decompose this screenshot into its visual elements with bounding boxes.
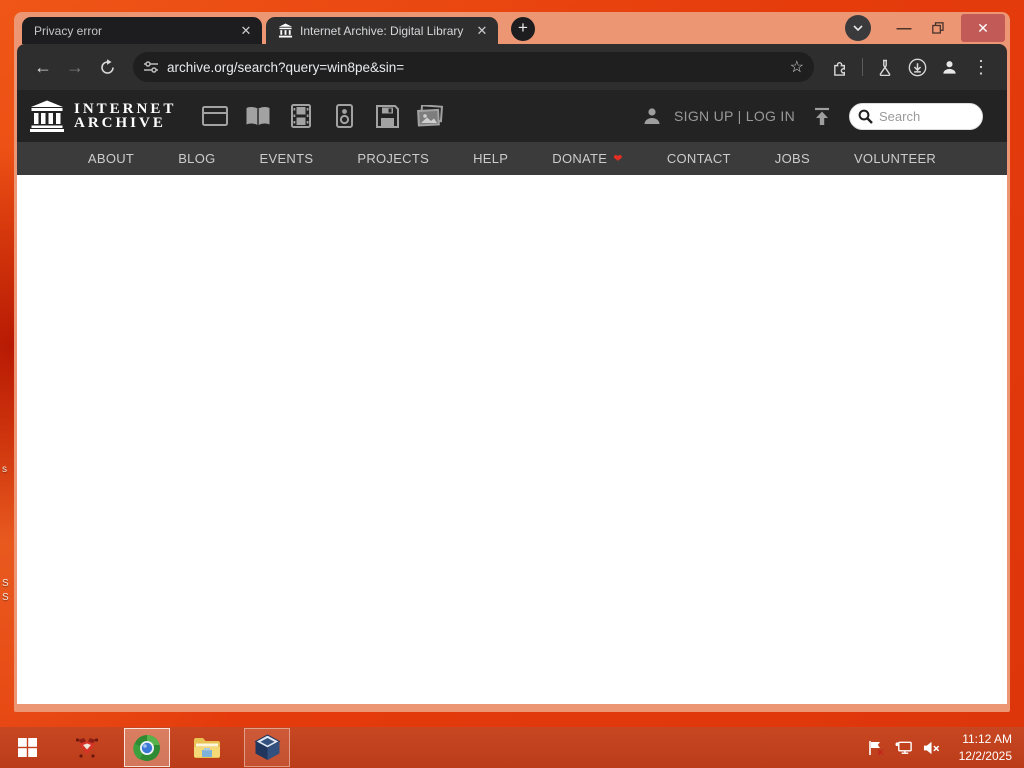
archive-nav: ABOUT BLOG EVENTS PROJECTS HELP DONATE ❤ … [17, 142, 1007, 175]
toolbar-divider [862, 58, 863, 76]
flask-icon [879, 59, 891, 76]
reload-button[interactable] [93, 53, 121, 81]
media-images-icon[interactable] [417, 104, 444, 128]
tab-title: Privacy error [34, 23, 103, 38]
clock-date: 12/2/2025 [958, 748, 1012, 763]
archive-logo[interactable]: INTERNET ARCHIVE [29, 100, 176, 132]
archive-header: INTERNET ARCHIVE SIGN UP | LOG IN Search [17, 90, 1007, 142]
media-software-icon[interactable] [374, 104, 400, 128]
puzzle-icon [833, 61, 845, 76]
labs-button[interactable] [871, 53, 899, 81]
nav-about[interactable]: ABOUT [88, 151, 134, 166]
browser-app-icon [133, 734, 160, 761]
archive-wordmark: INTERNET ARCHIVE [74, 100, 177, 131]
close-button[interactable]: ✕ [961, 14, 1005, 42]
action-center-alert-icon[interactable]: ✕ [867, 739, 885, 757]
taskbar: ✕ 11:12 AM 12/2/2025 [0, 727, 1024, 768]
blank-page-body [17, 175, 1007, 704]
back-button[interactable]: ← [29, 53, 57, 81]
clock-time: 11:12 AM [962, 732, 1012, 747]
window-controls: — ✕ [845, 12, 1005, 44]
nav-events[interactable]: EVENTS [260, 151, 314, 166]
taskbar-app-virtualbox[interactable] [244, 728, 290, 767]
tab-search-button[interactable] [845, 15, 871, 41]
archive-search-input[interactable] [879, 108, 969, 124]
profile-button[interactable] [935, 53, 963, 81]
volume-muted-icon[interactable] [923, 739, 941, 757]
menu-button[interactable]: ⋮ [967, 53, 995, 81]
reload-icon [100, 58, 114, 74]
restore-button[interactable] [921, 15, 955, 41]
address-bar[interactable]: archive.org/search?query=win8pe&sin= ☆ [133, 52, 814, 82]
tab-strip: Privacy error ✕ Internet Archive: Digita… [17, 12, 1007, 44]
media-texts-icon[interactable] [245, 104, 271, 128]
desktop-icon-label-fragment: s [2, 464, 7, 475]
extensions-button[interactable] [826, 53, 854, 81]
archive-temple-icon [30, 100, 64, 132]
taskbar-clock[interactable]: 11:12 AM 12/2/2025 [951, 731, 1012, 763]
nav-blog[interactable]: BLOG [178, 151, 215, 166]
site-settings-icon [144, 61, 158, 73]
nav-projects[interactable]: PROJECTS [357, 151, 429, 166]
new-tab-button[interactable]: + [511, 17, 535, 41]
tab-close-icon[interactable]: ✕ [238, 23, 254, 39]
upload-icon[interactable] [813, 107, 831, 126]
tab-privacy-error[interactable]: Privacy error ✕ [22, 17, 262, 44]
desktop-icon-label-fragment: S [2, 592, 9, 603]
start-button[interactable] [4, 727, 50, 768]
media-type-nav [202, 104, 444, 128]
svg-text:✕: ✕ [877, 748, 884, 756]
nav-jobs[interactable]: JOBS [775, 151, 810, 166]
network-status-icon[interactable] [895, 739, 913, 757]
nav-volunteer[interactable]: VOLUNTEER [854, 151, 936, 166]
archive-favicon-icon [278, 23, 293, 38]
taskbar-app-browser[interactable] [124, 728, 170, 767]
nav-contact[interactable]: CONTACT [667, 151, 731, 166]
page-content: INTERNET ARCHIVE SIGN UP | LOG IN Search… [17, 90, 1007, 704]
bookmark-star-icon[interactable]: ☆ [790, 57, 804, 77]
tab-title: Internet Archive: Digital Library [300, 23, 464, 38]
taskbar-app-file-explorer[interactable] [184, 728, 230, 767]
windows-logo-icon [17, 738, 37, 757]
taskbar-app-red-tool[interactable] [64, 728, 110, 767]
minimize-button[interactable]: — [887, 15, 921, 41]
downloads-button[interactable] [903, 53, 931, 81]
browser-toolbar: ← → archive.org/search?query=win8pe&sin=… [17, 44, 1007, 90]
nav-help[interactable]: HELP [473, 151, 508, 166]
heart-icon: ❤ [613, 153, 623, 165]
download-icon [908, 58, 926, 76]
archive-search-box[interactable] [849, 102, 983, 130]
system-tray: ✕ 11:12 AM 12/2/2025 [867, 731, 1020, 763]
archive-header-right: SIGN UP | LOG IN [642, 102, 997, 130]
chevron-down-icon [853, 25, 863, 31]
user-icon [644, 108, 660, 124]
search-icon [858, 109, 873, 124]
tab-close-icon[interactable]: ✕ [474, 23, 490, 39]
folder-icon [194, 737, 220, 758]
restore-icon [932, 22, 944, 34]
red-app-icon [75, 737, 99, 758]
url-text: archive.org/search?query=win8pe&sin= [167, 59, 405, 75]
desktop-icon-label-fragment: S [2, 578, 9, 589]
tab-internet-archive[interactable]: Internet Archive: Digital Library ✕ [266, 17, 498, 44]
forward-button[interactable]: → [61, 53, 89, 81]
media-web-icon[interactable] [202, 104, 229, 128]
profile-icon [942, 60, 956, 74]
virtualbox-icon [253, 734, 281, 760]
signup-login-link[interactable]: SIGN UP | LOG IN [674, 108, 795, 124]
desktop: s S S Privacy error ✕ Internet Archive: … [0, 0, 1024, 768]
media-video-icon[interactable] [288, 104, 314, 128]
nav-donate[interactable]: DONATE ❤ [552, 151, 623, 166]
media-audio-icon[interactable] [331, 104, 357, 128]
browser-window: Privacy error ✕ Internet Archive: Digita… [14, 12, 1010, 712]
